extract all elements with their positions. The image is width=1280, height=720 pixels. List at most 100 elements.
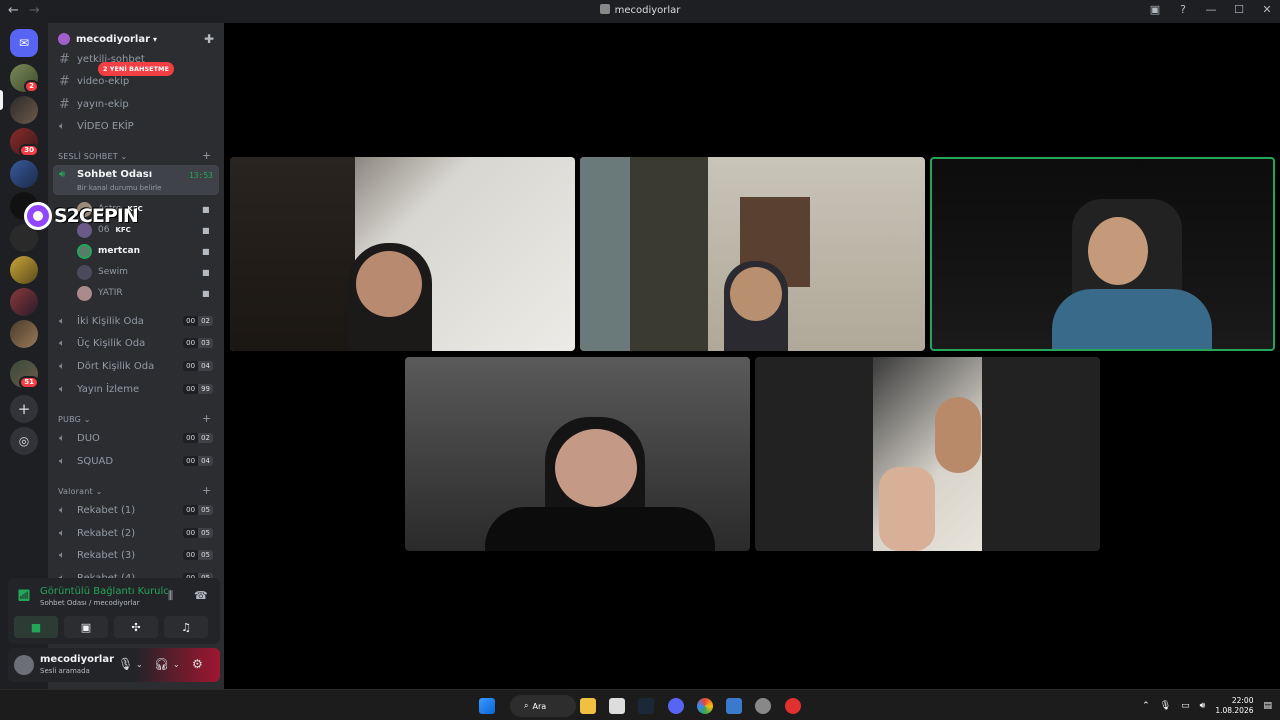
taskbar-search[interactable]: ⌕ Ara — [510, 695, 576, 717]
microphone-icon[interactable]: 🎙︎ — [1160, 701, 1171, 711]
server-icon — [599, 4, 610, 14]
chevron-down-icon[interactable]: ⌄ — [136, 660, 143, 669]
camera-icon: ■ — [202, 204, 210, 214]
channel-voice-room[interactable]: 🔈︎ Üç Kişilik Oda 00 03 — [53, 333, 219, 353]
server-folder[interactable]: 51 — [10, 360, 39, 389]
video-tile-speaking[interactable] — [930, 157, 1275, 351]
speaker-icon: 🔈︎ — [59, 549, 65, 561]
discover-icon[interactable]: ◎ — [10, 427, 38, 455]
channel-voice-room[interactable]: 🔈︎ Dört Kişilik Oda 00 04 — [53, 356, 219, 376]
clock[interactable]: 22:00 1.08.2026 — [1215, 696, 1253, 716]
help-icon[interactable]: ? — [1176, 3, 1190, 16]
maximize-icon[interactable]: ☐ — [1232, 3, 1246, 16]
voice-member[interactable]: mertcan ■ — [77, 242, 210, 260]
channel-yayin-ekip[interactable]: # yayın-ekip — [53, 94, 219, 114]
speaker-icon: 🔈︎ — [59, 504, 65, 516]
screen-share-button[interactable]: ▣ — [64, 616, 108, 638]
speaker-icon: 🔊︎ — [59, 169, 66, 180]
speaker-icon: 🔈︎ — [59, 315, 65, 327]
app-icon[interactable] — [726, 698, 742, 714]
store-icon[interactable] — [609, 698, 625, 714]
add-channel-icon[interactable]: + — [202, 484, 211, 497]
video-tile[interactable] — [230, 157, 575, 351]
channel-sohbet-odasi[interactable]: 🔊︎ Sohbet Odası 13:53 Bir kanal durumu b… — [53, 165, 219, 195]
microphone-icon[interactable]: 🎙︎ — [118, 657, 133, 671]
channel-voice-room[interactable]: 🔈︎ DUO 00 02 — [53, 428, 219, 448]
channel-voice-room[interactable]: 🔈︎ SQUAD 00 04 — [53, 451, 219, 471]
video-tile[interactable] — [580, 157, 925, 351]
title-bar: ← → mecodiyorlar ▣ ? — ☐ ✕ — [0, 0, 1280, 23]
notification-icon[interactable]: ▤ — [1263, 701, 1272, 711]
inbox-icon[interactable]: ▣ — [1148, 3, 1162, 16]
volume-icon[interactable]: 🔊︎ — [1200, 701, 1206, 711]
disconnect-icon[interactable]: ☎︎ — [194, 589, 208, 602]
chevron-up-icon[interactable]: ⌃ — [1142, 701, 1150, 711]
settings-gear-icon[interactable]: ⚙ — [192, 657, 203, 671]
noise-suppression-icon[interactable]: ⫼ — [168, 589, 173, 603]
voice-connection-panel: 📶︎ Görüntülü Bağlantı Kurulc Sohbet Odas… — [8, 578, 220, 644]
soundboard-button[interactable]: ♫ — [164, 616, 208, 638]
channel-voice-room[interactable]: 🔈︎ Yayın İzleme 00 99 — [53, 379, 219, 399]
voice-member[interactable]: Sewim ■ — [77, 263, 210, 281]
chevron-down-icon[interactable]: ⌄ — [173, 660, 180, 669]
channel-voice-room[interactable]: 🔈︎ Rekabet (2) 00 05 — [53, 523, 219, 543]
discord-taskbar-icon[interactable] — [668, 698, 684, 714]
hash-icon: # — [59, 96, 70, 112]
avatar — [77, 285, 92, 301]
category-sesli-sohbet[interactable]: SESLİ SOHBET ⌄ + — [58, 149, 211, 162]
speaker-icon: 🔈︎ — [59, 360, 65, 372]
video-stage — [224, 23, 1280, 689]
invite-user-icon[interactable]: ✚ — [204, 32, 214, 46]
server-badge-icon — [58, 33, 70, 45]
server-icon-3[interactable]: 30 — [10, 128, 39, 157]
video-tile[interactable] — [755, 357, 1100, 551]
channel-voice-room[interactable]: 🔈︎ Rekabet (1) 00 05 — [53, 500, 219, 520]
channel-voice-room[interactable]: 🔈︎ Rekabet (3) 00 05 — [53, 545, 219, 565]
speaker-icon: 🔈︎ — [59, 527, 65, 539]
windows-start-icon[interactable] — [479, 698, 495, 714]
discord-home-icon[interactable]: ✉ — [10, 29, 38, 57]
server-icon-1[interactable]: 2 — [10, 64, 39, 93]
activities-button[interactable]: ✣ — [114, 616, 158, 638]
steam-icon[interactable] — [638, 698, 654, 714]
voice-member[interactable]: YATIR ■ — [77, 284, 210, 302]
new-mentions-badge[interactable]: 2 YENİ BAHSETME — [98, 62, 174, 76]
chrome-icon[interactable] — [697, 698, 713, 714]
search-icon: ⌕ — [524, 701, 529, 710]
hash-icon: # — [59, 73, 70, 89]
minimize-icon[interactable]: — — [1204, 3, 1218, 16]
category-valorant[interactable]: Valorant ⌄ + — [58, 484, 211, 497]
close-icon[interactable]: ✕ — [1260, 3, 1274, 16]
headphones-icon[interactable]: 🎧︎ — [154, 657, 169, 671]
channel-video-ekip-voice[interactable]: 🔈︎ VİDEO EKİP — [53, 116, 219, 136]
youtube-music-icon[interactable] — [785, 698, 801, 714]
network-icon[interactable]: ▭ — [1181, 701, 1190, 711]
server-icon-4[interactable] — [10, 160, 38, 188]
streamer-watermark: S2CEPIN — [24, 202, 139, 230]
server-icon-7[interactable] — [10, 256, 38, 284]
speaker-icon: 🔈︎ — [59, 432, 65, 444]
signal-icon[interactable]: 📶︎ — [17, 589, 31, 602]
server-icon-2[interactable] — [10, 96, 38, 124]
speaker-icon: 🔈︎ — [59, 337, 65, 349]
file-explorer-icon[interactable] — [580, 698, 596, 714]
add-server-icon[interactable]: + — [10, 395, 38, 423]
app-icon[interactable] — [755, 698, 771, 714]
category-pubg[interactable]: PUBG ⌄ + — [58, 412, 211, 425]
add-channel-icon[interactable]: + — [202, 412, 211, 425]
server-icon-9[interactable] — [10, 320, 38, 348]
video-tile[interactable] — [405, 357, 750, 551]
server-icon-8[interactable] — [10, 288, 38, 316]
add-channel-icon[interactable]: + — [202, 149, 211, 162]
channel-voice-room[interactable]: 🔈︎ İki Kişilik Oda 00 02 — [53, 311, 219, 331]
windows-taskbar: ⌕ Ara ⌃ 🎙︎ ▭ 🔊︎ 22:00 1.08.2026 ▤ — [0, 689, 1280, 720]
camera-icon: ■ — [202, 288, 210, 298]
hash-icon: # — [59, 51, 70, 67]
avatar[interactable] — [14, 655, 34, 675]
avatar — [77, 243, 92, 259]
camera-button[interactable]: ■ — [14, 616, 58, 638]
streamer-logo-icon — [24, 202, 52, 230]
camera-icon: ■ — [202, 225, 210, 235]
camera-icon: ■ — [202, 267, 210, 277]
window-title: mecodiyorlar — [0, 4, 1280, 16]
